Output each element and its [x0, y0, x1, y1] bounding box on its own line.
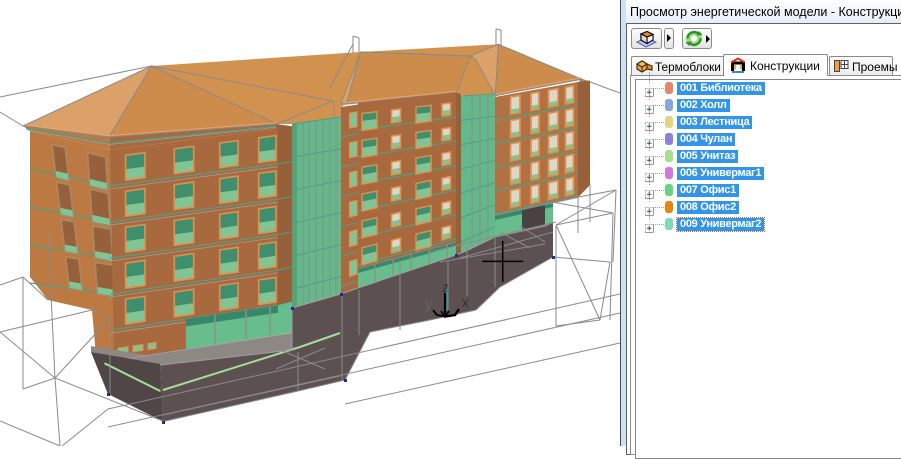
- svg-text:x: x: [462, 294, 469, 310]
- svg-text:z: z: [442, 279, 449, 295]
- svg-text:y: y: [425, 296, 432, 312]
